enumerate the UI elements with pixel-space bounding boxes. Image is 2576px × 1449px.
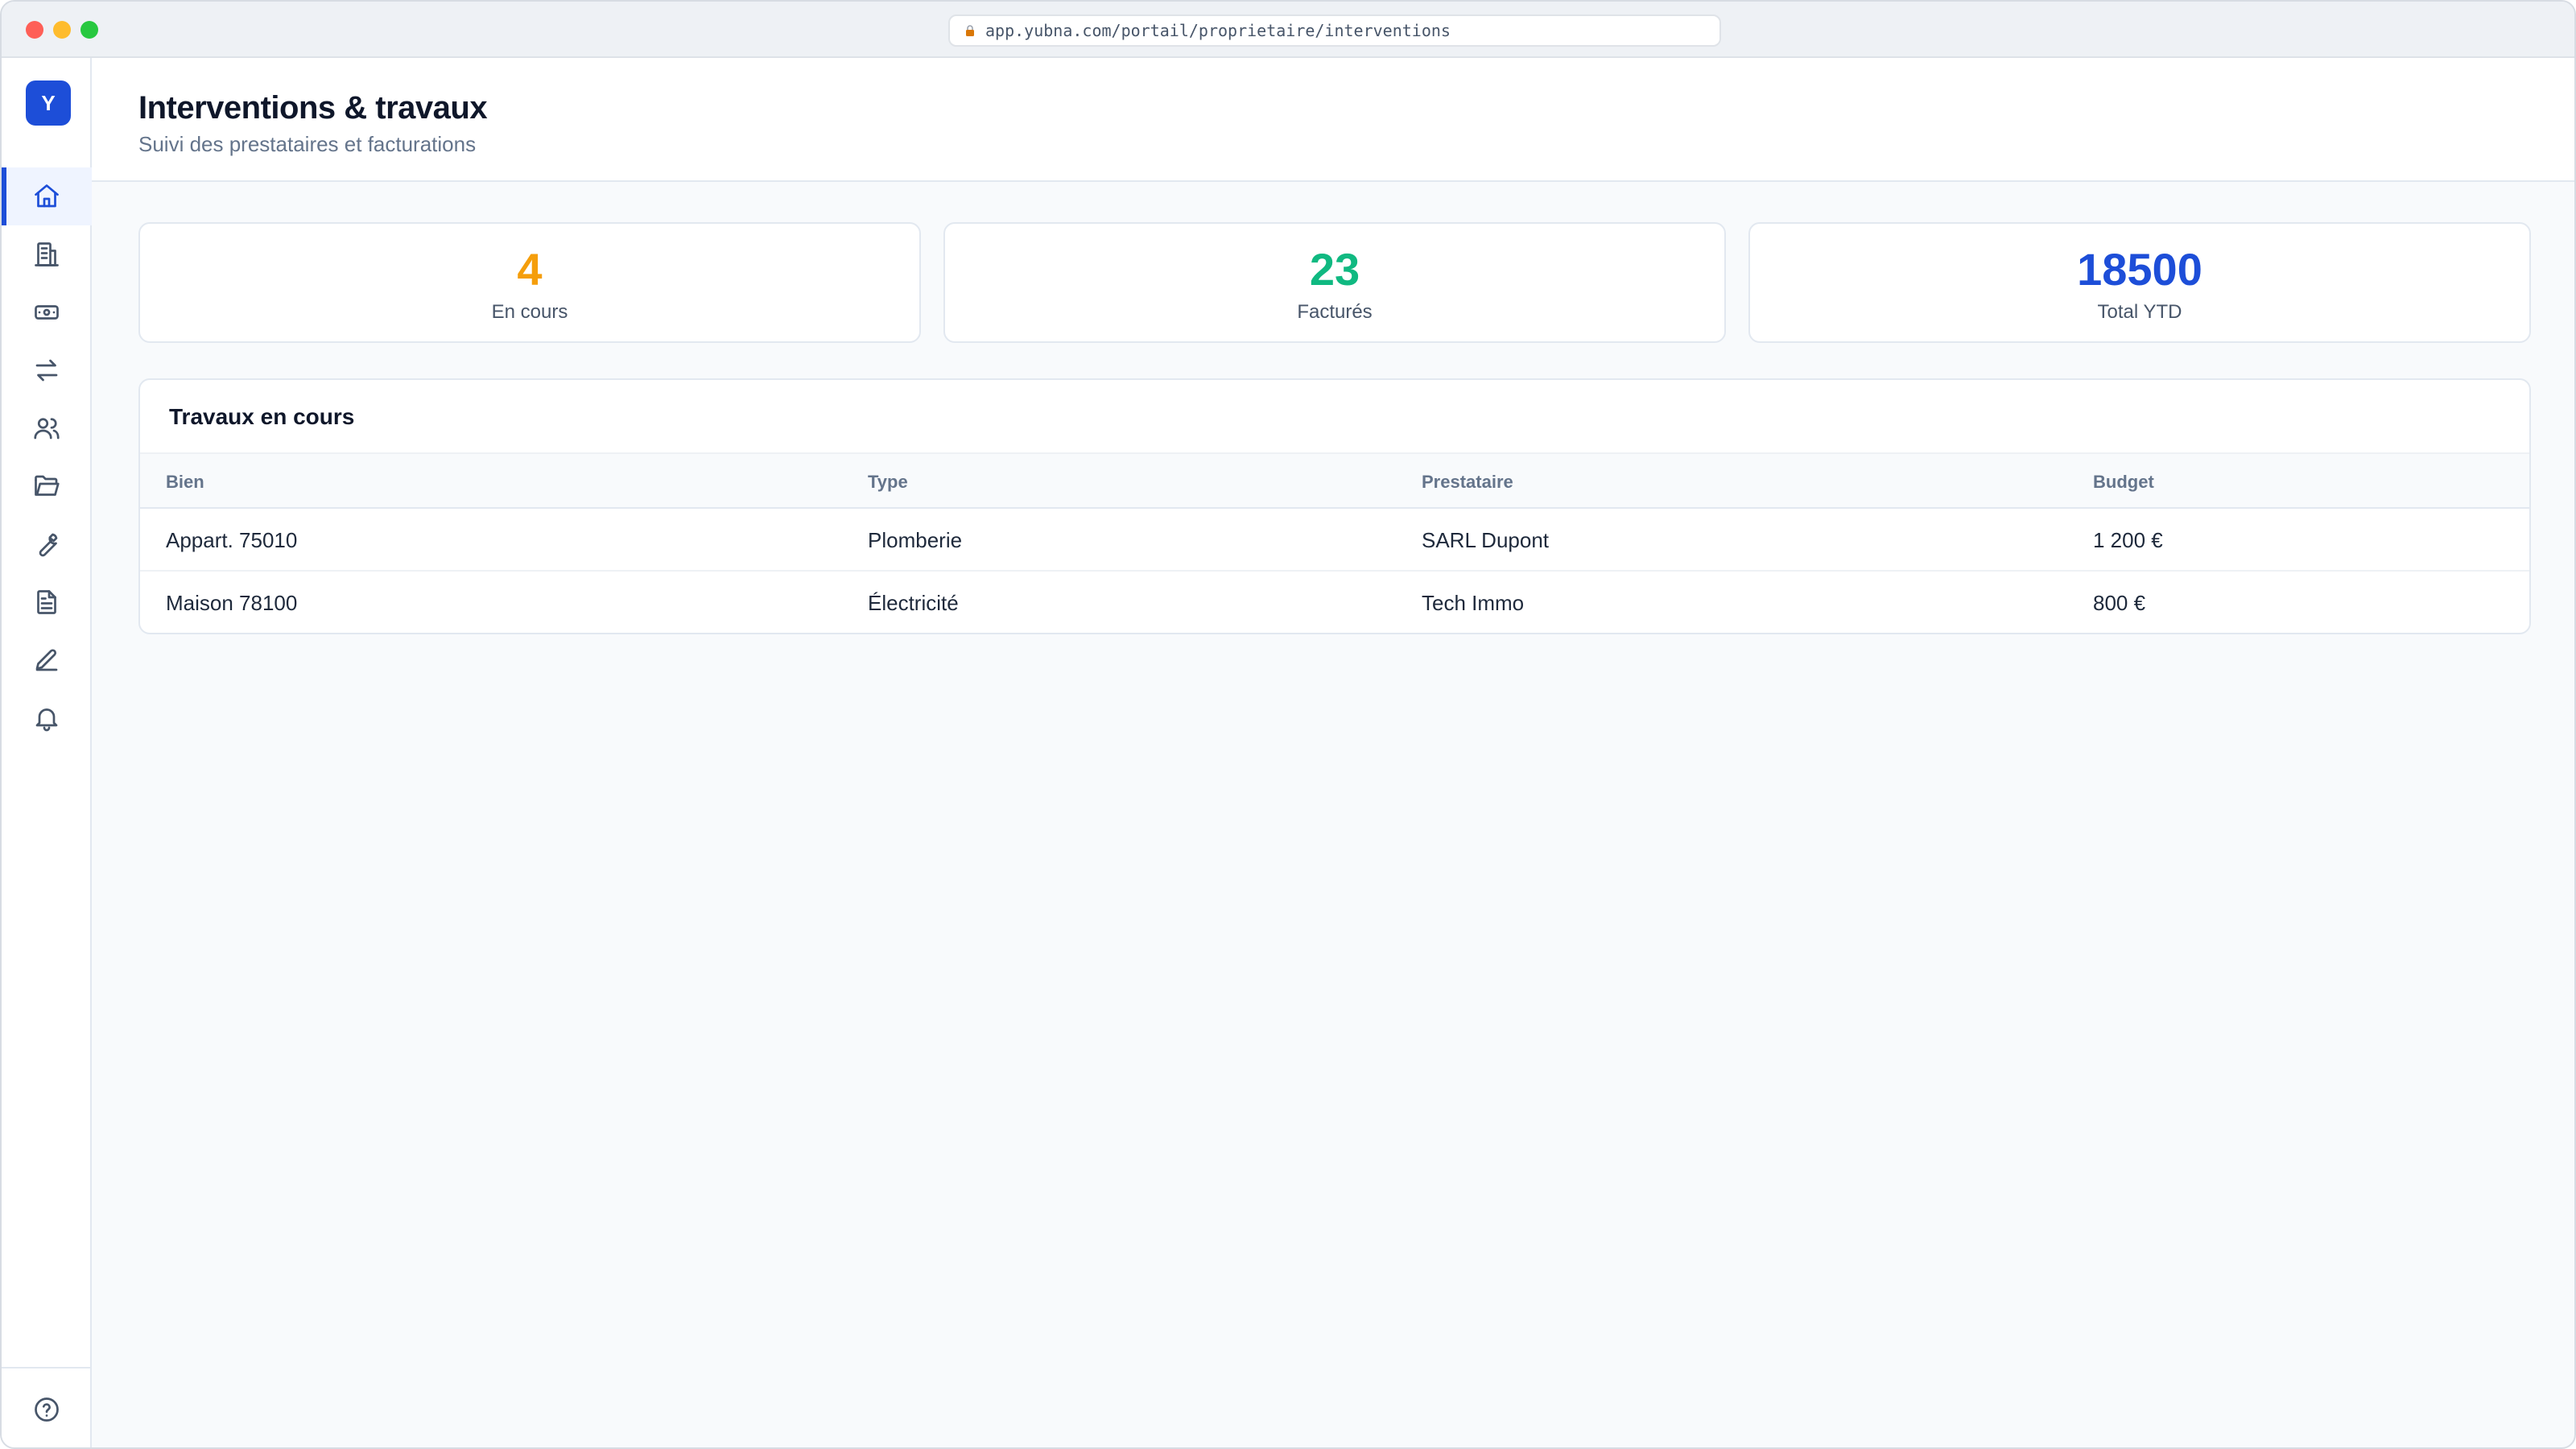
home-icon xyxy=(35,184,59,208)
cell-type: Électricité xyxy=(868,591,959,615)
sidebar-item-properties[interactable] xyxy=(2,225,92,283)
bell-icon xyxy=(35,708,58,732)
sidebar-item-transactions[interactable] xyxy=(2,341,92,399)
app-logo[interactable]: Y xyxy=(26,80,71,126)
banknote-icon xyxy=(35,305,59,320)
sidebar-item-interventions[interactable] xyxy=(2,515,92,573)
sidebar-item-signatures[interactable] xyxy=(2,631,92,689)
table-row[interactable]: Maison 78100 Électricité Tech Immo 800 € xyxy=(140,572,2529,633)
stat-value: 23 xyxy=(1309,244,1360,295)
cell-prestataire: Tech Immo xyxy=(1422,591,1525,615)
works-table-card: Travaux en cours Bien Type Prestataire B… xyxy=(138,378,2531,634)
table-header: Bien Type Prestataire Budget xyxy=(140,452,2529,509)
cell-type: Plomberie xyxy=(868,528,963,552)
stat-label: Total YTD xyxy=(2097,301,2182,323)
cell-prestataire: SARL Dupont xyxy=(1422,528,1550,552)
cell-bien: Appart. 75010 xyxy=(166,528,298,552)
sidebar: Y xyxy=(2,58,92,1447)
browser-window: app.yubna.com/portail/proprietaire/inter… xyxy=(0,0,2576,1449)
page-subtitle: Suivi des prestataires et facturations xyxy=(138,132,477,156)
column-header-budget[interactable]: Budget xyxy=(2093,472,2154,493)
minimize-window-button[interactable] xyxy=(53,21,71,39)
table-row[interactable]: Appart. 75010 Plomberie SARL Dupont 1 20… xyxy=(140,509,2529,572)
cell-budget: 800 € xyxy=(2093,591,2146,615)
stat-card-total-ytd: 18500 Total YTD xyxy=(1748,222,2531,343)
sidebar-item-tenants[interactable] xyxy=(2,399,92,457)
folder-open-icon xyxy=(35,475,60,496)
lock-icon xyxy=(963,23,977,38)
users-icon xyxy=(34,418,60,440)
stat-card-in-progress: 4 En cours xyxy=(138,222,921,343)
stat-value: 18500 xyxy=(2077,244,2202,295)
wrench-icon xyxy=(39,533,58,557)
address-bar[interactable]: app.yubna.com/portail/proprietaire/inter… xyxy=(948,14,1721,47)
sidebar-item-home[interactable] xyxy=(2,167,92,225)
page-title: Interventions & travaux xyxy=(138,90,488,126)
stat-card-invoiced: 23 Facturés xyxy=(943,222,1726,343)
browser-titlebar: app.yubna.com/portail/proprietaire/inter… xyxy=(2,2,2574,58)
pen-icon xyxy=(35,649,58,671)
help-circle-icon xyxy=(35,1397,59,1422)
column-header-type[interactable]: Type xyxy=(868,472,908,493)
stat-value: 4 xyxy=(517,244,543,295)
sidebar-item-contracts[interactable] xyxy=(2,573,92,631)
maximize-window-button[interactable] xyxy=(80,21,98,39)
cell-bien: Maison 78100 xyxy=(166,591,298,615)
column-header-bien[interactable]: Bien xyxy=(166,472,204,493)
cell-budget: 1 200 € xyxy=(2093,528,2163,552)
stat-label: En cours xyxy=(491,301,568,323)
building-icon xyxy=(35,242,59,266)
table-title: Travaux en cours xyxy=(169,404,355,429)
sidebar-help[interactable] xyxy=(2,1367,92,1447)
stat-label: Facturés xyxy=(1297,301,1373,323)
address-url: app.yubna.com/portail/proprietaire/inter… xyxy=(985,21,1451,40)
transfer-arrows-icon xyxy=(35,359,58,382)
close-window-button[interactable] xyxy=(26,21,43,39)
sidebar-item-finances[interactable] xyxy=(2,283,92,341)
document-icon xyxy=(37,590,56,614)
column-header-prestataire[interactable]: Prestataire xyxy=(1422,472,1513,493)
sidebar-item-documents[interactable] xyxy=(2,457,92,515)
page-header: Interventions & travaux Suivi des presta… xyxy=(92,58,2574,182)
sidebar-item-notifications[interactable] xyxy=(2,689,92,747)
